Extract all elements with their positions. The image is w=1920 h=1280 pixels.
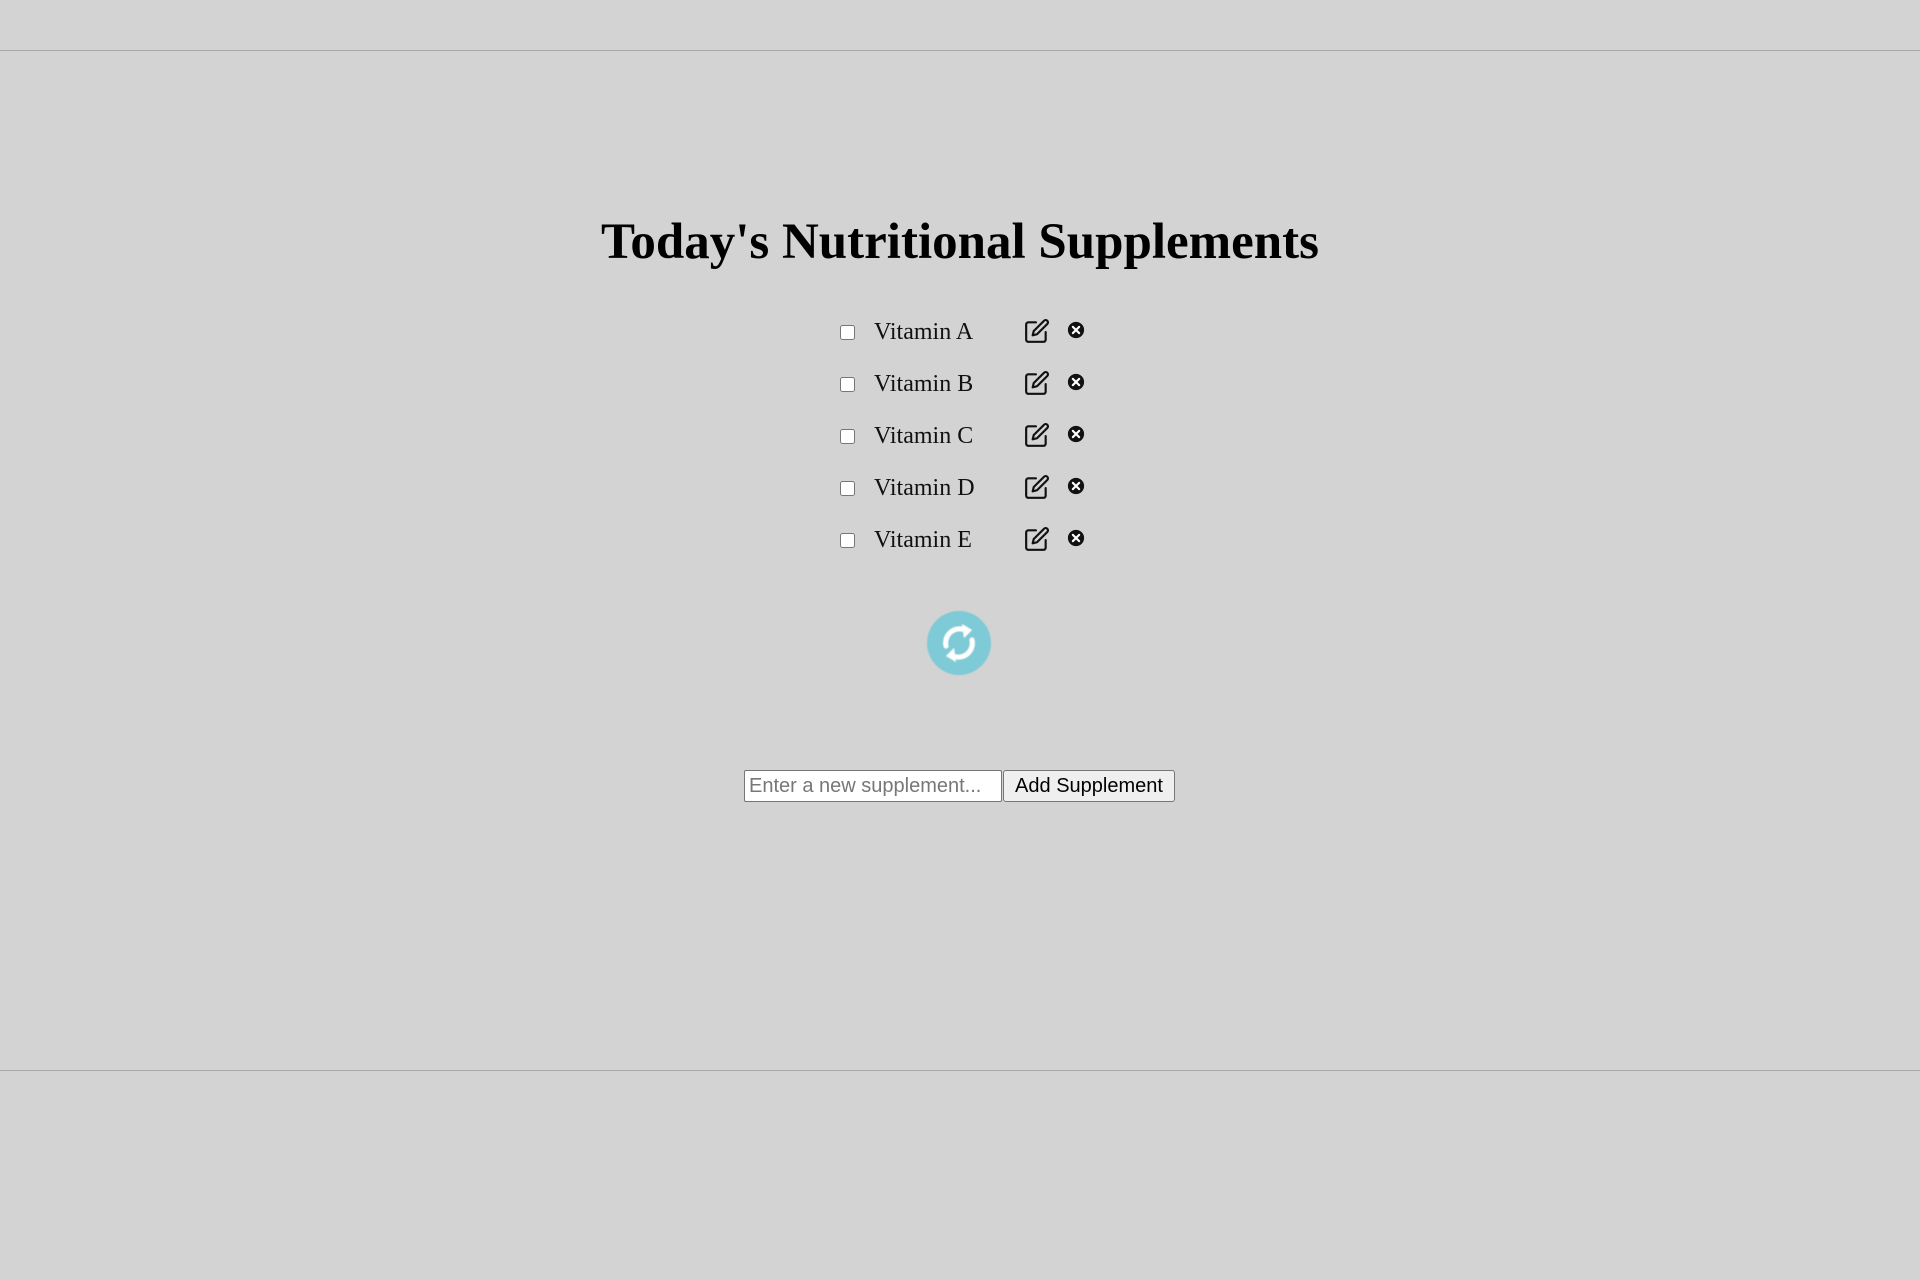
- close-circle-icon[interactable]: [1067, 529, 1085, 547]
- supplement-label: Vitamin D: [874, 475, 975, 501]
- list-item: Vitamin C: [830, 412, 1130, 464]
- supplement-label: Vitamin B: [874, 371, 974, 397]
- list-item: Vitamin A: [830, 308, 1130, 360]
- close-circle-icon[interactable]: [1067, 425, 1085, 443]
- close-circle-icon[interactable]: [1067, 373, 1085, 391]
- add-supplement-button[interactable]: Add Supplement: [1003, 770, 1175, 802]
- close-circle-icon[interactable]: [1067, 321, 1085, 339]
- refresh-icon[interactable]: [926, 610, 992, 676]
- supplement-checkbox[interactable]: [840, 533, 855, 548]
- bottom-divider: [0, 1070, 1920, 1071]
- close-circle-icon[interactable]: [1067, 477, 1085, 495]
- edit-icon[interactable]: [1024, 526, 1050, 552]
- supplement-checkbox[interactable]: [840, 481, 855, 496]
- supplement-label: Vitamin C: [874, 423, 974, 449]
- top-divider: [0, 50, 1920, 51]
- supplement-label: Vitamin A: [874, 319, 974, 345]
- edit-icon[interactable]: [1024, 370, 1050, 396]
- list-item: Vitamin D: [830, 464, 1130, 516]
- list-item: Vitamin B: [830, 360, 1130, 412]
- supplement-checkbox[interactable]: [840, 377, 855, 392]
- page-title: Today's Nutritional Supplements: [601, 214, 1319, 270]
- supplement-list: Vitamin A Vitamin B Vitamin C Vitamin D …: [830, 308, 1130, 568]
- edit-icon[interactable]: [1024, 318, 1050, 344]
- edit-icon[interactable]: [1024, 422, 1050, 448]
- new-supplement-input[interactable]: [744, 770, 1002, 802]
- edit-icon[interactable]: [1024, 474, 1050, 500]
- add-supplement-form: Add Supplement: [744, 770, 1175, 802]
- list-item: Vitamin E: [830, 516, 1130, 568]
- supplement-checkbox[interactable]: [840, 325, 855, 340]
- supplement-label: Vitamin E: [874, 527, 972, 553]
- supplement-checkbox[interactable]: [840, 429, 855, 444]
